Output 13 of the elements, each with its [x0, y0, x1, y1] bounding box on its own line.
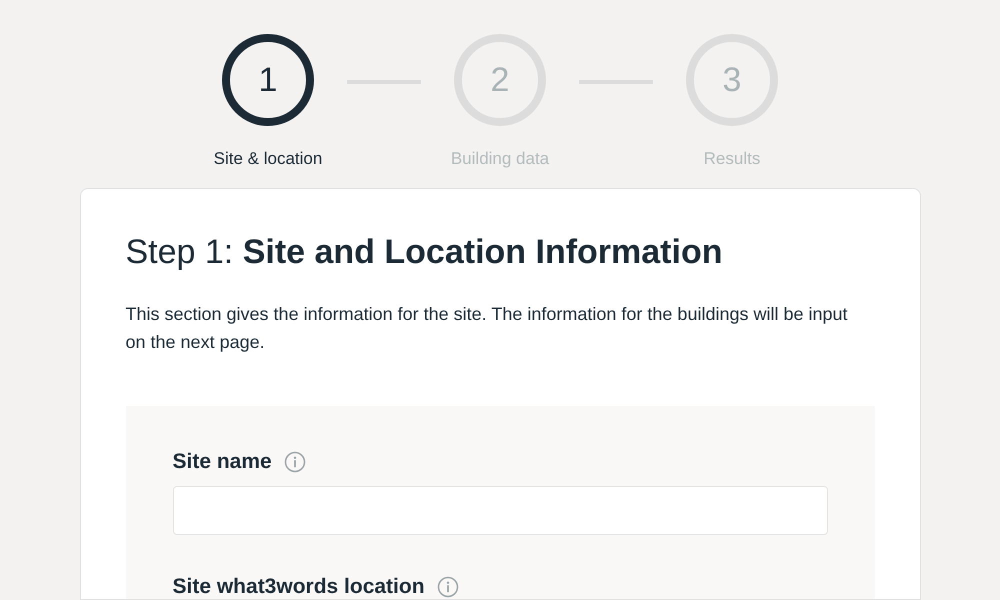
field-label: Site name [172, 450, 272, 474]
step-circle[interactable]: 1 [222, 34, 314, 126]
step-label: Results [704, 149, 760, 169]
info-icon[interactable] [436, 576, 459, 598]
step-circle[interactable]: 2 [454, 34, 546, 126]
field-label: Site what3words location [172, 575, 425, 599]
step-label: Site & location [214, 149, 322, 169]
intro-text: This section gives the information for the site. The information for the buildings will be input on the next page. [126, 303, 849, 354]
input-field[interactable] [172, 486, 828, 535]
step-circle[interactable]: 3 [686, 34, 778, 126]
step-label: Building data [450, 149, 550, 169]
info-icon[interactable] [284, 451, 306, 473]
page-title: Step 1: Site and Location Information [126, 233, 724, 272]
